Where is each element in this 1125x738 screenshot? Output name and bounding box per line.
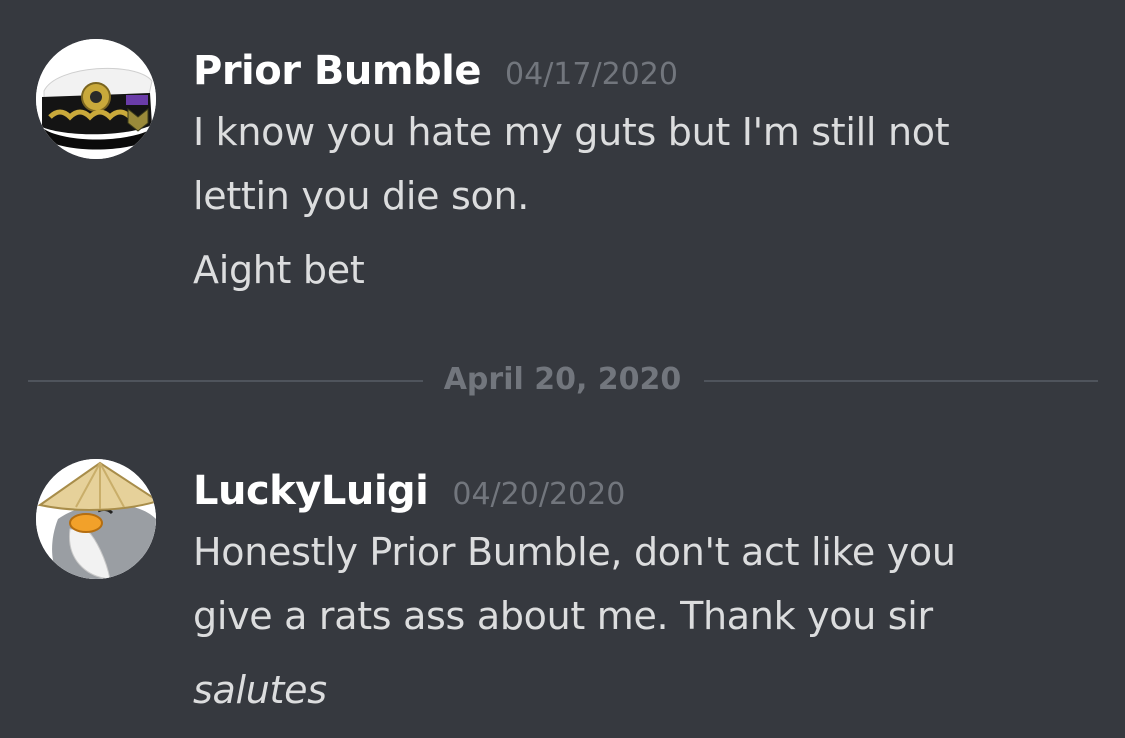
- message-text-italic: salutes: [193, 668, 327, 712]
- message-header: Prior Bumble 04/17/2020: [193, 48, 678, 94]
- avatar[interactable]: [36, 459, 156, 579]
- message-text: Aight bet: [193, 248, 365, 292]
- message-text: give a rats ass about me. Thank you sir: [193, 594, 933, 638]
- timestamp: 04/20/2020: [452, 477, 626, 512]
- penguin-sensei-icon: [36, 459, 156, 579]
- message-text: I know you hate my guts but I'm still no…: [193, 110, 950, 154]
- avatar[interactable]: [36, 39, 156, 159]
- message-header: LuckyLuigi 04/20/2020: [193, 468, 625, 514]
- chat-message-list: Prior Bumble 04/17/2020 I know you hate m…: [0, 0, 1125, 738]
- date-divider-label: April 20, 2020: [443, 362, 682, 397]
- message-text: lettin you die son.: [193, 174, 530, 218]
- message-text: Honestly Prior Bumble, don't act like yo…: [193, 530, 956, 574]
- username[interactable]: Prior Bumble: [193, 48, 482, 94]
- naval-officer-cap-icon: [36, 39, 156, 159]
- timestamp: 04/17/2020: [505, 57, 678, 92]
- username[interactable]: LuckyLuigi: [193, 468, 429, 514]
